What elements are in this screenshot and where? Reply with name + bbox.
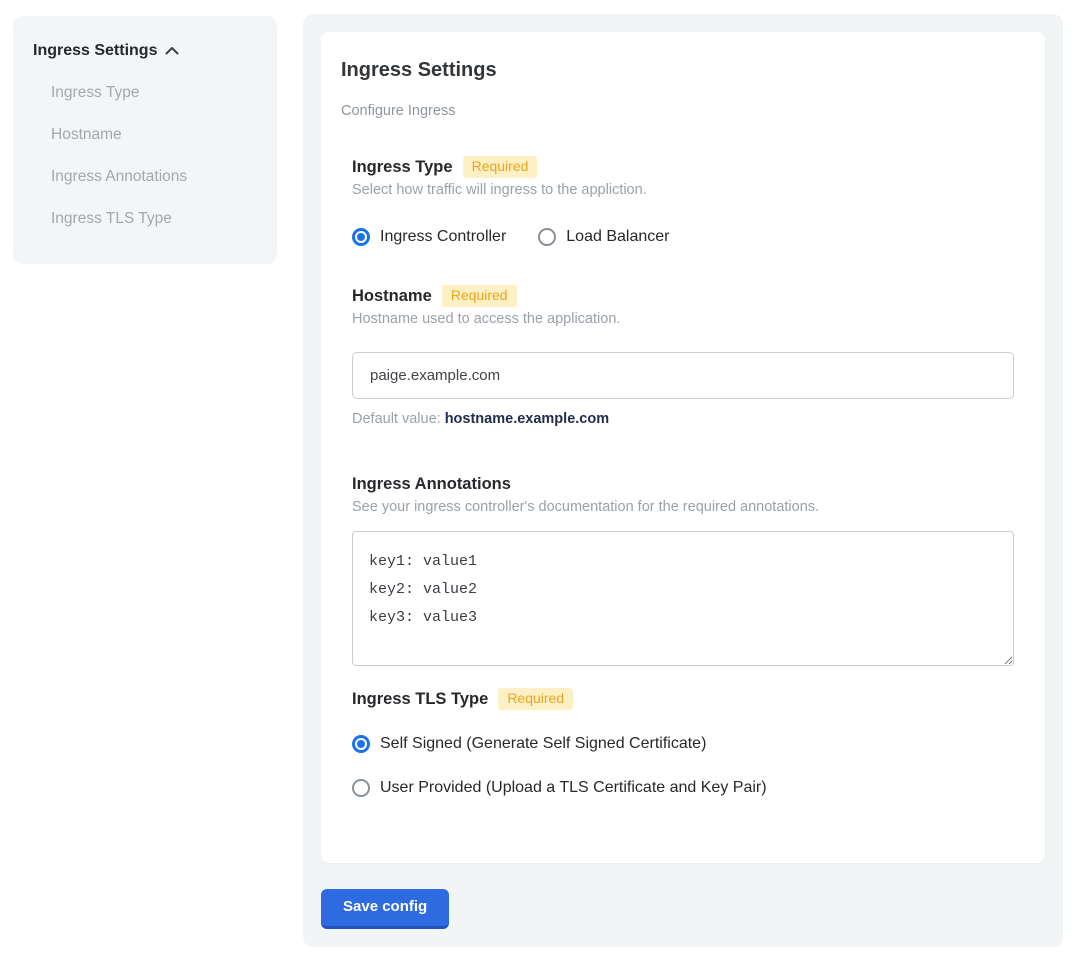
settings-sidebar: Ingress Settings Ingress Type Hostname I… — [13, 16, 277, 264]
ingress-type-label: Ingress Type — [352, 156, 453, 178]
section-label-row: Ingress Annotations — [352, 473, 1014, 495]
section-hostname: Hostname Required Hostname used to acces… — [352, 285, 1014, 427]
radio-label: Load Balancer — [566, 227, 669, 247]
form-sections: Ingress Type Required Select how traffic… — [352, 156, 1014, 798]
section-ingress-annotations: Ingress Annotations See your ingress con… — [352, 473, 1014, 666]
radio-selected-icon — [352, 735, 370, 753]
ingress-annotations-label: Ingress Annotations — [352, 473, 511, 495]
required-badge: Required — [463, 156, 538, 178]
ingress-settings-card: Ingress Settings Configure Ingress Ingre… — [321, 32, 1045, 863]
ingress-type-description: Select how traffic will ingress to the a… — [352, 181, 1014, 199]
sidebar-item-list: Ingress Type Hostname Ingress Annotation… — [33, 85, 257, 227]
ingress-annotations-description: See your ingress controller's documentat… — [352, 498, 1014, 516]
ingress-type-radio-group: Ingress Controller Load Balancer — [352, 227, 1014, 247]
sidebar-item-ingress-annotations[interactable]: Ingress Annotations — [51, 169, 257, 185]
card-title: Ingress Settings — [341, 58, 1014, 82]
radio-label: Ingress Controller — [380, 227, 506, 247]
sidebar-item-hostname[interactable]: Hostname — [51, 127, 257, 143]
hostname-description: Hostname used to access the application. — [352, 310, 1014, 328]
hostname-label: Hostname — [352, 285, 432, 307]
sidebar-item-ingress-tls-type[interactable]: Ingress TLS Type — [51, 211, 257, 227]
section-label-row: Hostname Required — [352, 285, 1014, 307]
radio-user-provided[interactable]: User Provided (Upload a TLS Certificate … — [352, 778, 1014, 798]
section-ingress-type: Ingress Type Required Select how traffic… — [352, 156, 1014, 247]
sidebar-item-ingress-type[interactable]: Ingress Type — [51, 85, 257, 101]
radio-load-balancer[interactable]: Load Balancer — [538, 227, 669, 247]
hostname-input[interactable] — [352, 352, 1014, 399]
section-label-row: Ingress Type Required — [352, 156, 1014, 178]
default-value-prefix: Default value: — [352, 411, 441, 427]
tls-radio-group: Self Signed (Generate Self Signed Certif… — [352, 734, 1014, 798]
radio-unselected-icon — [538, 228, 556, 246]
ingress-tls-type-label: Ingress TLS Type — [352, 688, 488, 710]
section-label-row: Ingress TLS Type Required — [352, 688, 1014, 710]
required-badge: Required — [442, 285, 517, 307]
radio-label: User Provided (Upload a TLS Certificate … — [380, 778, 767, 798]
radio-selected-icon — [352, 228, 370, 246]
chevron-up-icon — [165, 42, 179, 60]
sidebar-group-label: Ingress Settings — [33, 42, 157, 60]
default-value-text: hostname.example.com — [445, 411, 609, 427]
card-subtitle: Configure Ingress — [341, 104, 1014, 118]
radio-unselected-icon — [352, 779, 370, 797]
section-ingress-tls-type: Ingress TLS Type Required Self Signed (G… — [352, 688, 1014, 798]
radio-ingress-controller[interactable]: Ingress Controller — [352, 227, 506, 247]
hostname-default-line: Default value: hostname.example.com — [352, 411, 1014, 427]
radio-self-signed[interactable]: Self Signed (Generate Self Signed Certif… — [352, 734, 1014, 754]
sidebar-group-ingress-settings[interactable]: Ingress Settings — [33, 42, 257, 60]
settings-panel: Ingress Settings Configure Ingress Ingre… — [303, 14, 1063, 947]
save-config-button[interactable]: Save config — [321, 889, 449, 929]
radio-label: Self Signed (Generate Self Signed Certif… — [380, 734, 706, 754]
ingress-annotations-textarea[interactable]: key1: value1 key2: value2 key3: value3 — [352, 531, 1014, 666]
required-badge: Required — [498, 688, 573, 710]
